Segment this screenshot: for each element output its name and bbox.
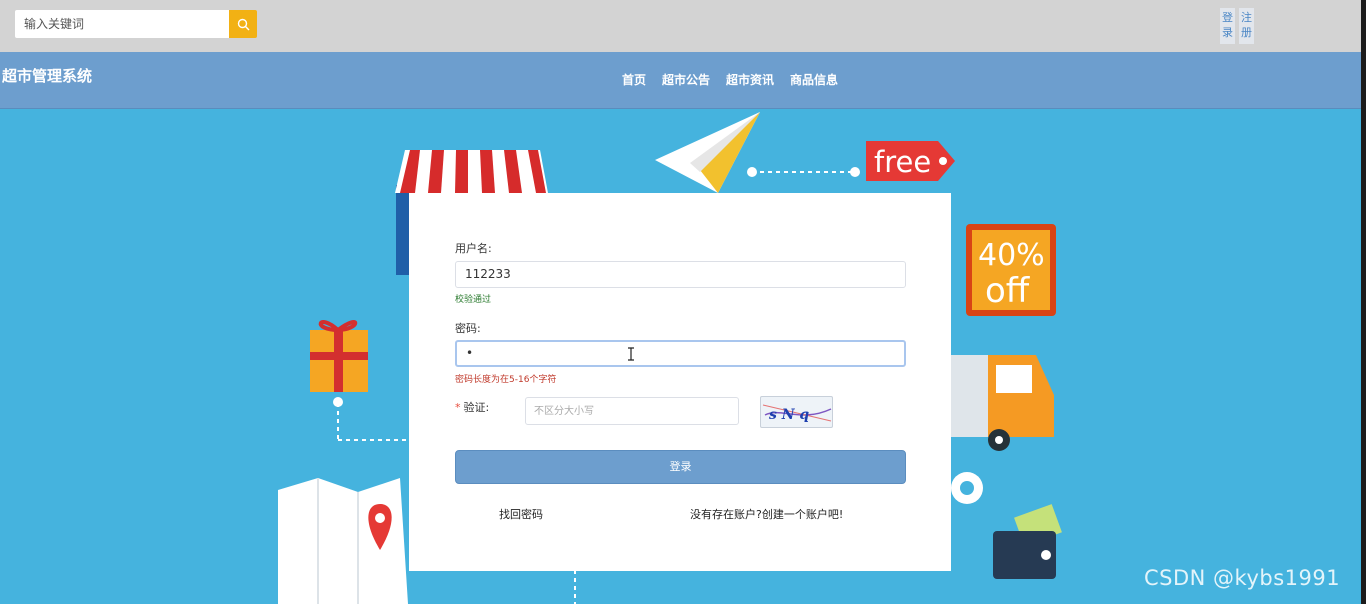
- gear-icon: [951, 472, 983, 504]
- password-value: •: [466, 346, 474, 360]
- captcha-label: * 验证:: [455, 399, 489, 415]
- svg-text:off: off: [985, 271, 1031, 311]
- free-tag-icon: free: [866, 141, 955, 181]
- password-label: 密码:: [455, 322, 481, 335]
- register-link[interactable]: 注册: [1239, 8, 1254, 44]
- captcha-label-text: 验证:: [463, 401, 490, 414]
- required-marker: *: [455, 401, 461, 414]
- password-field[interactable]: •: [455, 340, 906, 367]
- nav-item-home[interactable]: 首页: [622, 71, 646, 88]
- create-account-link[interactable]: 没有存在账户?创建一个账户吧!: [690, 506, 843, 522]
- text-cursor-icon: [628, 347, 634, 361]
- username-label: 用户名:: [455, 242, 492, 255]
- paper-plane-icon: [655, 112, 760, 193]
- nav-item-announcements[interactable]: 超市公告: [662, 71, 710, 88]
- password-error-message: 密码长度为在5-16个字符: [455, 375, 557, 385]
- login-link[interactable]: 登录: [1220, 8, 1235, 44]
- map-icon: [278, 478, 408, 604]
- captcha-image[interactable]: s N q: [760, 396, 833, 428]
- top-bar: 登录 注册: [0, 0, 1366, 52]
- auth-links: 登录 注册: [1220, 8, 1254, 44]
- username-validation-message: 校验通过: [455, 295, 492, 305]
- nav-item-news[interactable]: 超市资讯: [726, 71, 774, 88]
- search-icon: [237, 18, 249, 30]
- captcha-text: s N q: [769, 407, 809, 423]
- search-input[interactable]: [15, 10, 229, 38]
- login-form: 用户名: 112233 校验通过 密码: • 密码长度为在5-16个字符 * 验证…: [409, 193, 951, 571]
- nav-menu: 首页 超市公告 超市资讯 商品信息: [622, 71, 838, 88]
- wallet-icon: [993, 504, 1062, 579]
- discount-badge-icon: 40% off: [966, 224, 1056, 316]
- login-button[interactable]: 登录: [455, 450, 906, 484]
- search-button[interactable]: [229, 10, 257, 38]
- main-navbar: 超市管理系统 首页 超市公告 超市资讯 商品信息: [0, 52, 1366, 109]
- search-bar: [15, 10, 257, 38]
- svg-text:40%: 40%: [978, 238, 1045, 273]
- window-edge: [1361, 0, 1366, 604]
- forgot-password-link[interactable]: 找回密码: [499, 506, 543, 522]
- svg-text:free: free: [874, 145, 931, 179]
- watermark: CSDN @kybs1991: [1144, 566, 1341, 590]
- nav-item-products[interactable]: 商品信息: [790, 71, 838, 88]
- gift-box-icon: [310, 320, 368, 392]
- captcha-input[interactable]: [525, 397, 739, 425]
- username-field[interactable]: 112233: [455, 261, 906, 288]
- delivery-truck-icon: [950, 355, 1054, 451]
- site-title: 超市管理系统: [2, 67, 93, 85]
